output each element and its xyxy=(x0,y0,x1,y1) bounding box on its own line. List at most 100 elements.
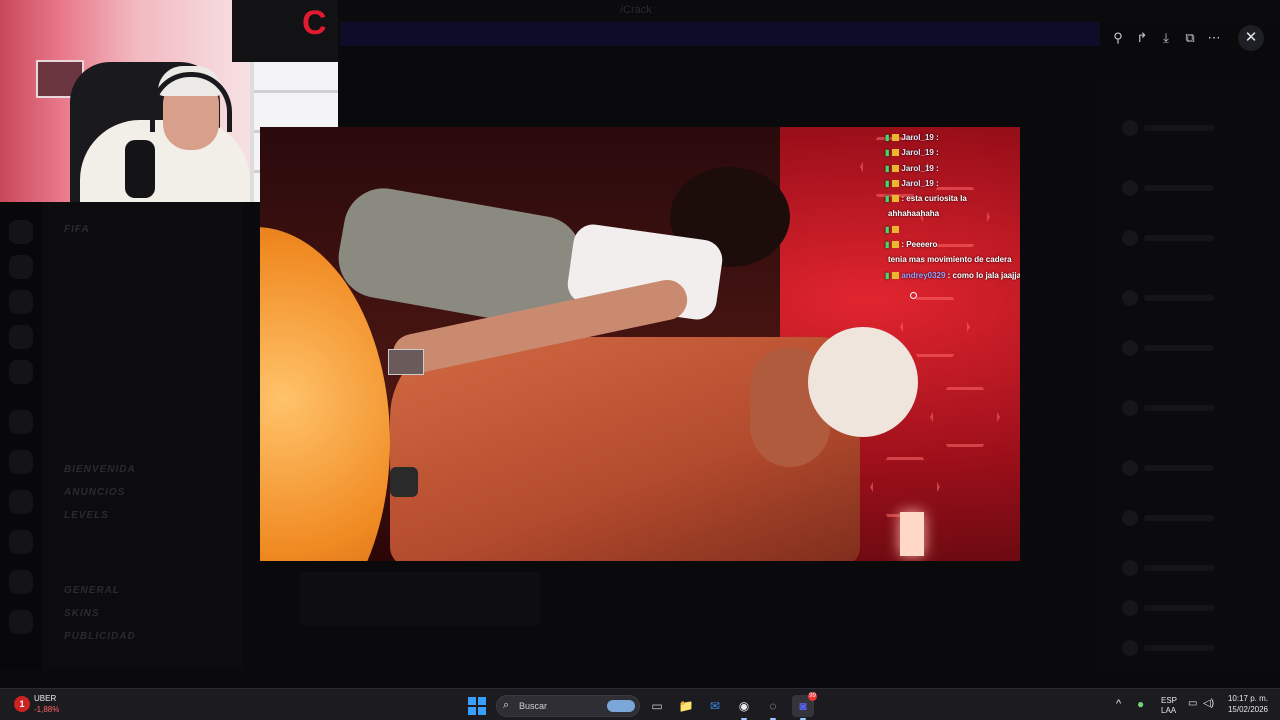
mail-taskbar-button[interactable]: ✉ xyxy=(704,695,726,717)
cursor xyxy=(910,292,917,299)
channel-item[interactable]: BIENVENIDA xyxy=(64,464,136,475)
chat-message: ▮: Peeeero xyxy=(885,240,938,250)
open-external-icon: ⧉ xyxy=(1185,30,1195,45)
stage-light xyxy=(900,512,924,556)
chrome-icon: ◉ xyxy=(738,699,750,713)
open-external-button[interactable]: ⧉ xyxy=(1178,26,1202,50)
server-rail xyxy=(0,200,42,670)
member-item xyxy=(1122,560,1242,578)
chat-badge-icon: ▮ xyxy=(885,178,890,188)
sub-badge-icon xyxy=(892,271,900,279)
member-item xyxy=(1122,340,1242,358)
chat-username: andrey0329 xyxy=(901,270,946,280)
server-icon xyxy=(9,360,33,384)
task-view-icon: ▭ xyxy=(651,699,663,713)
server-icon xyxy=(9,490,33,514)
language-line1: ESP xyxy=(1161,696,1178,705)
clock[interactable]: 10:17 p. m. 15/02/2026 xyxy=(1222,689,1268,720)
channel-item[interactable]: PUBLICIDAD xyxy=(64,631,136,642)
chat-overlay: ▮ Jarol_19 : ▮ Jarol_19 : ▮ Jarol_19 : ▮ Jarol_… xyxy=(885,130,1020,283)
stock-widget[interactable]: 1 UBER -1,88% xyxy=(14,694,74,718)
viewer-toolbar: ⚲ ↱ ⤓ ⧉ ⋯ xyxy=(1106,26,1226,50)
chat-message: ▮ Jarol_19 : xyxy=(885,133,939,142)
chat-badge-icon: ▮ xyxy=(885,240,890,250)
composer-bar xyxy=(260,650,1100,680)
server-icon xyxy=(9,610,33,634)
search-placeholder: Buscar xyxy=(519,701,548,711)
chat-username: Jarol_19 xyxy=(901,133,934,142)
member-item xyxy=(1122,290,1242,308)
file-explorer-taskbar-button[interactable]: 📁 xyxy=(675,695,697,717)
channel-item[interactable]: ANUNCIOS xyxy=(64,487,125,498)
channel-item[interactable]: FIFA xyxy=(64,224,90,235)
chat-text: ahhahaahaha xyxy=(888,209,940,219)
chat-message: ▮: esta curiosita la xyxy=(885,194,967,204)
wristwatch xyxy=(390,467,418,497)
stock-name: UBER xyxy=(34,694,57,703)
download-icon: ⤓ xyxy=(1163,30,1169,45)
pip-thumbnail xyxy=(388,349,424,375)
member-item xyxy=(1122,640,1242,658)
member-item xyxy=(1122,120,1242,138)
chat-message: ▮ andrey0329 : como lo jala jaajja xyxy=(885,270,1020,280)
app-taskbar-button[interactable]: ◌ xyxy=(762,695,784,720)
zoom-icon: ⚲ xyxy=(1113,30,1123,45)
more-button[interactable]: ⋯ xyxy=(1202,26,1226,50)
sub-badge-icon xyxy=(892,179,900,187)
chat-badge-icon: ▮ xyxy=(885,148,890,158)
sub-badge-icon xyxy=(892,134,900,141)
chat-badge-icon: ▮ xyxy=(885,194,890,204)
chat-badge-icon: ▮ xyxy=(885,270,890,280)
sub-badge-icon xyxy=(892,164,900,172)
channel-item[interactable]: SKINS xyxy=(64,608,100,619)
zoom-button[interactable]: ⚲ xyxy=(1106,26,1130,50)
chat-message: ▮ Jarol_19 : xyxy=(885,178,939,188)
chat-message: ahhahaahaha xyxy=(885,206,1020,221)
chat-text: tenia mas movimiento de cadera xyxy=(888,255,1012,265)
chat-text: como lo jala jaajja xyxy=(952,270,1020,280)
app-icon: ◌ xyxy=(769,699,777,713)
server-icon xyxy=(9,220,33,244)
chrome-taskbar-button[interactable]: ◉ xyxy=(733,695,755,720)
chat-badge-icon: ▮ xyxy=(885,163,890,173)
close-icon: ✕ xyxy=(1244,29,1258,46)
task-view-taskbar-button[interactable]: ▭ xyxy=(646,695,668,717)
sub-badge-icon xyxy=(892,241,900,249)
channel-item[interactable]: GENERAL xyxy=(64,585,120,596)
chat-message: ▮ xyxy=(885,222,1020,237)
close-viewer-button[interactable]: ✕ xyxy=(1238,25,1264,51)
chat-message: tenia mas movimiento de cadera xyxy=(885,252,1020,267)
chat-text: Peeeero xyxy=(906,240,938,250)
chat-badge-icon: ▮ xyxy=(885,224,890,234)
chat-message: ▮ Jarol_19 : xyxy=(885,148,939,158)
clock-time: 10:17 p. m. xyxy=(1227,694,1268,703)
white-cap xyxy=(808,327,918,437)
start-button[interactable] xyxy=(468,697,486,715)
chat-text: esta curiosita la xyxy=(906,194,967,204)
notice-banner xyxy=(340,22,1100,46)
member-item xyxy=(1122,230,1242,248)
channel-list: FIFA BIENVENIDA ANUNCIOS LEVELS GENERAL SKINS… xyxy=(42,200,242,670)
language-indicator[interactable]: ESP LAA xyxy=(1161,689,1181,720)
more-icon: ⋯ xyxy=(1207,30,1221,45)
sub-badge-icon xyxy=(892,149,900,157)
stock-icon: 1 xyxy=(14,696,30,712)
video-frame[interactable]: ▮ Jarol_19 : ▮ Jarol_19 : ▮ Jarol_19 : ▮ Jarol_… xyxy=(260,127,1020,561)
language-line2: LAA xyxy=(1161,706,1177,715)
search-box[interactable]: ⌕ Buscar xyxy=(496,695,640,717)
screen: /Crack FIFA BIENVENIDA ANUNCIOS LEVELS GENER… xyxy=(0,0,1280,720)
member-item xyxy=(1122,600,1242,618)
discord-taskbar-button[interactable]: ◙ 99 xyxy=(792,692,817,720)
channel-item[interactable]: LEVELS xyxy=(64,510,109,521)
server-icon xyxy=(9,450,33,474)
share-button[interactable]: ↱ xyxy=(1130,26,1154,50)
member-item xyxy=(1122,400,1242,418)
file-explorer-icon: 📁 xyxy=(678,699,694,713)
taskbar: 1 UBER -1,88% ⌕ Buscar ▭ 📁 ✉ ◉ ◌ ◙ 99 ^ ● ESP … xyxy=(0,688,1280,720)
mail-icon: ✉ xyxy=(709,699,721,713)
chat-message: ▮ Jarol_19 : xyxy=(885,163,939,173)
message-preview xyxy=(300,572,540,626)
download-button[interactable]: ⤓ xyxy=(1154,26,1178,50)
server-icon xyxy=(9,410,33,434)
server-icon xyxy=(9,530,33,554)
